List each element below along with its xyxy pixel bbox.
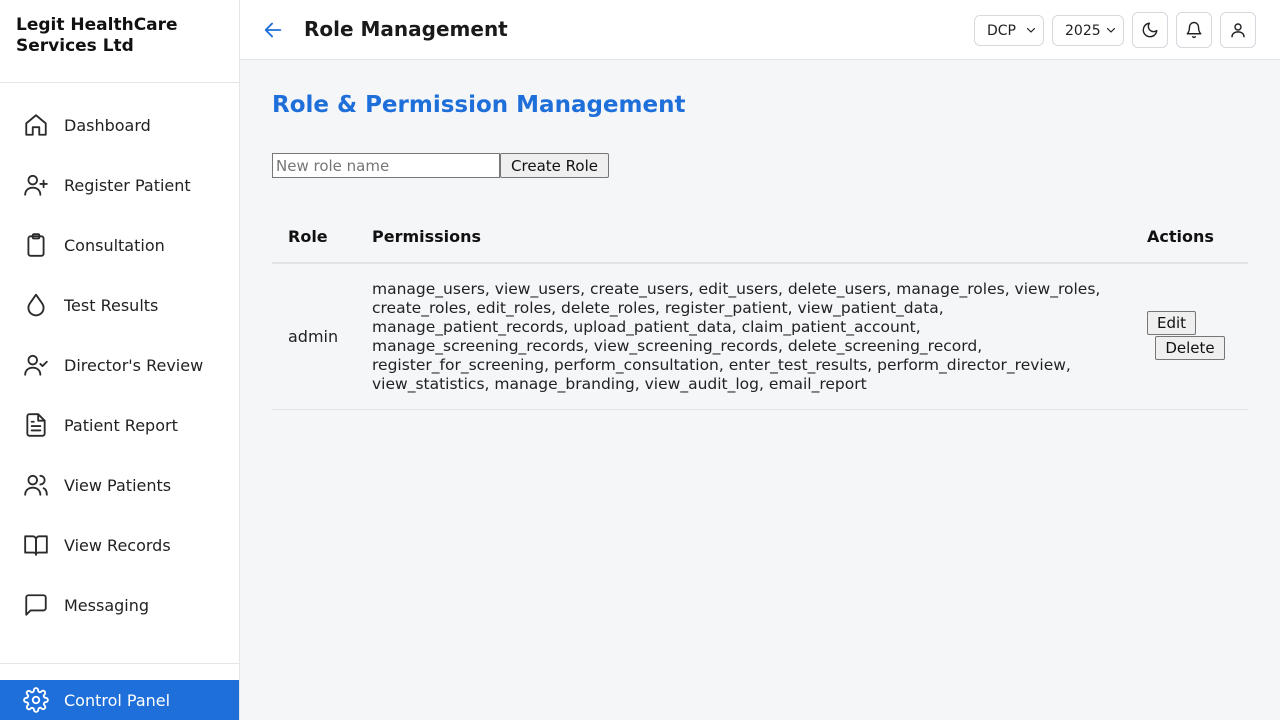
delete-role-button[interactable]: Delete [1155, 336, 1225, 360]
table-header-divider [272, 262, 1248, 264]
sidebar-item-label: View Patients [64, 475, 172, 495]
column-header-role: Role [288, 227, 328, 246]
role-name-cell: admin [288, 327, 339, 346]
new-role-input[interactable] [272, 153, 500, 178]
notifications-button[interactable] [1176, 12, 1212, 48]
brand-name: Legit HealthCare Services Ltd [0, 0, 239, 83]
sidebar-item-messaging[interactable]: Messaging [0, 583, 239, 627]
sidebar-divider [0, 663, 239, 664]
sidebar-item-control-panel[interactable]: Control Panel [0, 680, 239, 720]
profile-button[interactable] [1220, 12, 1256, 48]
user-check-icon [22, 351, 50, 379]
org-select-value: DCP [987, 22, 1016, 39]
file-text-icon [22, 411, 50, 439]
sidebar-item-label: Director's Review [64, 355, 204, 375]
home-icon [22, 111, 50, 139]
sidebar-item-dashboard[interactable]: Dashboard [0, 103, 239, 147]
sidebar-item-label: Control Panel [64, 690, 171, 710]
message-square-icon [22, 591, 50, 619]
create-role-button[interactable]: Create Role [500, 153, 609, 178]
chevron-down-icon [1105, 24, 1117, 36]
user-icon [1229, 21, 1247, 39]
sidebar-item-label: Patient Report [64, 415, 178, 435]
org-select[interactable]: DCP [974, 15, 1044, 46]
page-title: Role Management [304, 17, 508, 41]
moon-icon [1141, 21, 1159, 39]
back-arrow-icon[interactable] [262, 19, 284, 41]
year-select[interactable]: 2025 [1052, 15, 1124, 46]
edit-role-button[interactable]: Edit [1147, 311, 1196, 335]
users-icon [22, 471, 50, 499]
main-content: Role & Permission Management Create Role… [240, 60, 1280, 720]
sidebar-item-label: Test Results [64, 295, 159, 315]
year-select-value: 2025 [1065, 22, 1101, 39]
column-header-permissions: Permissions [372, 227, 482, 246]
sidebar-item-label: Messaging [64, 595, 150, 615]
table-row-divider [272, 409, 1248, 410]
sidebar-item-view-records[interactable]: View Records [0, 523, 239, 567]
sidebar-item-consultation[interactable]: Consultation [0, 223, 239, 267]
sidebar-item-directors-review[interactable]: Director's Review [0, 343, 239, 387]
book-open-icon [22, 531, 50, 559]
sidebar-item-test-results[interactable]: Test Results [0, 283, 239, 327]
sidebar-item-label: View Records [64, 535, 171, 555]
section-title: Role & Permission Management [272, 92, 686, 118]
sidebar-item-patient-report[interactable]: Patient Report [0, 403, 239, 447]
sidebar-item-label: Register Patient [64, 175, 191, 195]
clipboard-icon [22, 231, 50, 259]
permissions-cell: manage_users, view_users, create_users, … [372, 280, 1101, 393]
sidebar-item-label: Consultation [64, 235, 165, 255]
sidebar-item-view-patients[interactable]: View Patients [0, 463, 239, 507]
bell-icon [1185, 21, 1203, 39]
chevron-down-icon [1025, 24, 1037, 36]
sidebar: Legit HealthCare Services Ltd Dashboard … [0, 0, 240, 720]
theme-toggle-button[interactable] [1132, 12, 1168, 48]
droplet-icon [22, 291, 50, 319]
column-header-actions: Actions [1147, 227, 1214, 246]
top-header: Role Management DCP 2025 [240, 0, 1280, 60]
user-plus-icon [22, 171, 50, 199]
sidebar-item-label: Dashboard [64, 115, 151, 135]
sidebar-item-register-patient[interactable]: Register Patient [0, 163, 239, 207]
gear-icon [22, 686, 50, 714]
